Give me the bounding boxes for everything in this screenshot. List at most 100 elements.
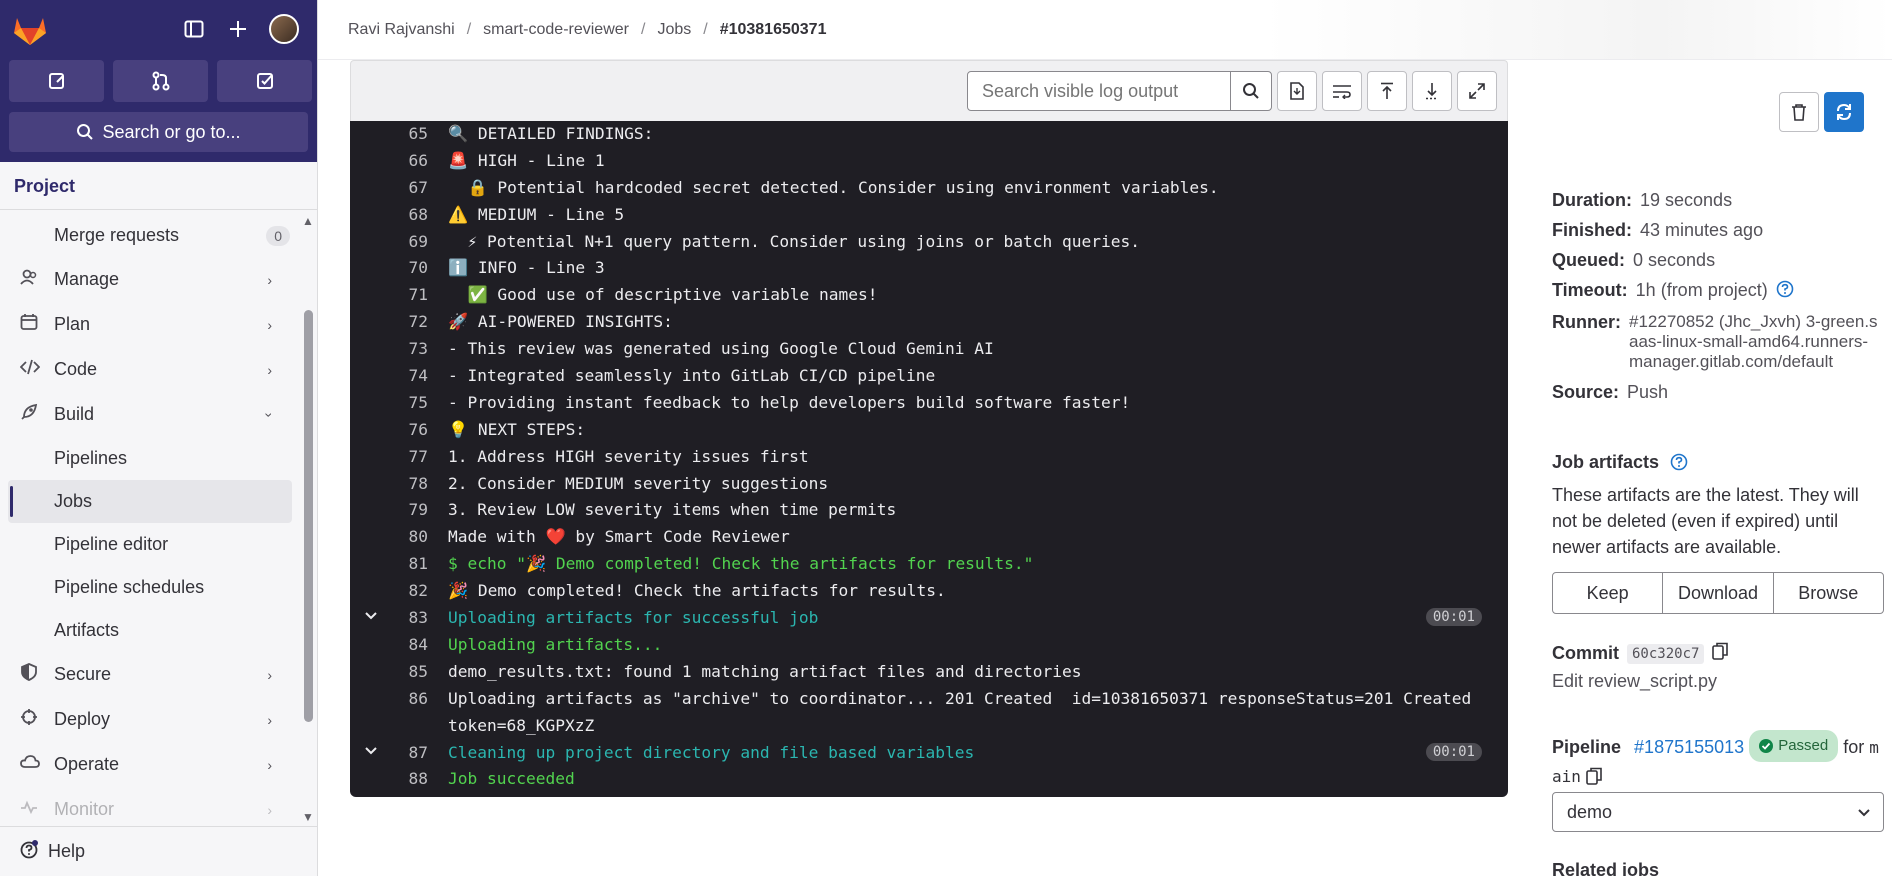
log-line-number[interactable]: 85 bbox=[350, 662, 429, 681]
download-raw-log-button[interactable] bbox=[1277, 71, 1317, 111]
fullscreen-button[interactable] bbox=[1457, 71, 1497, 111]
breadcrumb-project[interactable]: smart-code-reviewer bbox=[483, 21, 629, 39]
scrollbar-thumb[interactable] bbox=[304, 310, 313, 722]
log-line-number[interactable]: 68 bbox=[350, 205, 429, 224]
breadcrumb-jobs[interactable]: Jobs bbox=[657, 21, 691, 39]
log-search-button[interactable] bbox=[1230, 71, 1272, 111]
artifacts-help-icon[interactable] bbox=[1670, 453, 1688, 475]
sidebar-item-manage[interactable]: Manage › bbox=[0, 257, 300, 302]
sidebar-item-pipelines[interactable]: Pipelines bbox=[0, 437, 300, 480]
log-line-number[interactable]: 76 bbox=[350, 420, 429, 439]
log-line-number[interactable]: 75 bbox=[350, 393, 429, 412]
finished-key: Finished: bbox=[1552, 220, 1632, 240]
sidebar-item-artifacts[interactable]: Artifacts bbox=[0, 609, 300, 652]
log-line-number[interactable]: 82 bbox=[350, 581, 429, 600]
keep-artifacts-button[interactable]: Keep bbox=[1552, 572, 1664, 614]
sidebar-item-label: Merge requests bbox=[54, 225, 180, 245]
log-line-number[interactable]: 87 bbox=[350, 743, 429, 762]
sidebar-item-jobs[interactable]: Jobs bbox=[8, 480, 292, 523]
search-or-go-to-button[interactable]: Search or go to... bbox=[9, 112, 308, 152]
log-line-number[interactable]: 65 bbox=[350, 124, 429, 143]
status-badge[interactable]: Passed bbox=[1749, 730, 1839, 762]
log-line-text: ℹ️ INFO - Line 3 bbox=[448, 258, 605, 278]
browse-artifacts-button[interactable]: Browse bbox=[1772, 572, 1884, 614]
branch-name-part-a[interactable]: m bbox=[1869, 738, 1879, 757]
sidebar-scrollbar[interactable]: ▲ ▼ bbox=[300, 210, 316, 826]
sidebar-item-plan[interactable]: Plan › bbox=[0, 302, 300, 347]
copy-icon[interactable] bbox=[1586, 767, 1602, 789]
cloud-icon bbox=[20, 753, 42, 776]
branch-name-part-b[interactable]: ain bbox=[1552, 767, 1581, 786]
download-artifacts-button[interactable]: Download bbox=[1662, 572, 1774, 614]
sidebar-item-monitor[interactable]: Monitor › bbox=[0, 787, 300, 826]
log-line-number[interactable]: 83 bbox=[350, 608, 429, 627]
log-line-number[interactable]: 66 bbox=[350, 151, 429, 170]
issues-button[interactable] bbox=[9, 60, 104, 102]
retry-job-button[interactable] bbox=[1824, 92, 1864, 132]
gitlab-logo-icon[interactable] bbox=[12, 14, 48, 46]
timeout-help-icon[interactable] bbox=[1776, 280, 1794, 302]
sidebar-item-pipeline-schedules[interactable]: Pipeline schedules bbox=[0, 566, 300, 609]
breadcrumb-separator: / bbox=[703, 20, 708, 38]
erase-job-button[interactable] bbox=[1779, 92, 1819, 132]
log-line-number[interactable]: 80 bbox=[350, 527, 429, 546]
pipeline-link[interactable]: #1875155013 bbox=[1634, 737, 1744, 757]
log-line-number[interactable]: 84 bbox=[350, 635, 429, 654]
log-line-number[interactable]: 81 bbox=[350, 554, 429, 573]
toggle-line-wrap-button[interactable] bbox=[1322, 71, 1362, 111]
todo-button[interactable] bbox=[217, 60, 312, 102]
sidebar-item-pipeline-editor[interactable]: Pipeline editor bbox=[0, 523, 300, 566]
log-line: 72 🚀 AI-POWERED INSIGHTS: bbox=[350, 309, 1508, 336]
commit-message[interactable]: Edit review_script.py bbox=[1552, 671, 1882, 692]
section-duration-badge: 00:01 bbox=[1425, 608, 1482, 627]
sidebar-item-merge-requests[interactable]: Merge requests 0 bbox=[0, 214, 300, 257]
log-line: 66 🚨 HIGH - Line 1 bbox=[350, 148, 1508, 175]
chevron-right-icon: › bbox=[267, 666, 272, 683]
log-line-number[interactable]: 74 bbox=[350, 366, 429, 385]
log-line-number[interactable]: 78 bbox=[350, 474, 429, 493]
log-line: 67 🔒 Potential hardcoded secret detected… bbox=[350, 175, 1508, 202]
stage-select[interactable]: demo bbox=[1552, 792, 1884, 832]
log-line-text: 2. Consider MEDIUM severity suggestions bbox=[448, 473, 829, 493]
sidebar-item-code[interactable]: Code › bbox=[0, 347, 300, 392]
log-line: 80 Made with ❤️ by Smart Code Reviewer bbox=[350, 524, 1508, 551]
log-line-number[interactable]: 86 bbox=[350, 689, 429, 708]
log-line-number[interactable]: 71 bbox=[350, 285, 429, 304]
search-icon bbox=[1243, 83, 1259, 99]
log-line-number[interactable]: 70 bbox=[350, 258, 429, 277]
breadcrumb-job-id[interactable]: #10381650371 bbox=[720, 21, 827, 39]
log-line: 82 🎉 Demo completed! Check the artifacts … bbox=[350, 578, 1508, 605]
log-line-text: Uploading artifacts... bbox=[448, 634, 663, 654]
runner-value[interactable]: #12270852 (Jhc_Jxvh) 3-green.saas-linux-… bbox=[1629, 312, 1882, 372]
sidebar-item-deploy[interactable]: Deploy › bbox=[0, 697, 300, 742]
scroll-to-bottom-button[interactable] bbox=[1412, 71, 1452, 111]
scroll-down-icon[interactable]: ▼ bbox=[302, 810, 314, 824]
sidebar-toggle-icon[interactable] bbox=[181, 16, 207, 42]
log-line-number[interactable]: 77 bbox=[350, 447, 429, 466]
sidebar-item-build[interactable]: Build › bbox=[0, 392, 300, 437]
log-line-number[interactable]: 72 bbox=[350, 312, 429, 331]
section-collapse-icon[interactable] bbox=[364, 743, 378, 761]
breadcrumb-user[interactable]: Ravi Rajvanshi bbox=[348, 21, 455, 39]
copy-icon[interactable] bbox=[1712, 642, 1729, 665]
log-line-number[interactable]: 67 bbox=[350, 178, 429, 197]
log-line-number[interactable]: 79 bbox=[350, 500, 429, 519]
scroll-up-icon[interactable]: ▲ bbox=[302, 214, 314, 228]
scroll-to-top-button[interactable] bbox=[1367, 71, 1407, 111]
search-icon bbox=[77, 124, 94, 140]
related-jobs-heading: Related jobs bbox=[1552, 860, 1660, 876]
log-line-number[interactable]: 69 bbox=[350, 232, 429, 251]
source-key: Source: bbox=[1552, 382, 1620, 402]
help-button[interactable]: Help bbox=[0, 826, 317, 876]
log-line: 69 ⚡ Potential N+1 query pattern. Consid… bbox=[350, 229, 1508, 256]
user-avatar[interactable] bbox=[269, 14, 299, 44]
section-collapse-icon[interactable] bbox=[364, 608, 378, 626]
sidebar-item-operate[interactable]: Operate › bbox=[0, 742, 300, 787]
create-new-icon[interactable] bbox=[225, 16, 251, 42]
merge-requests-button[interactable] bbox=[113, 60, 208, 102]
log-search-input[interactable] bbox=[967, 71, 1231, 111]
sidebar-item-secure[interactable]: Secure › bbox=[0, 652, 300, 697]
log-line-number[interactable]: 73 bbox=[350, 339, 429, 358]
commit-sha[interactable]: 60c320c7 bbox=[1627, 643, 1705, 664]
log-line-number[interactable]: 88 bbox=[350, 769, 429, 788]
